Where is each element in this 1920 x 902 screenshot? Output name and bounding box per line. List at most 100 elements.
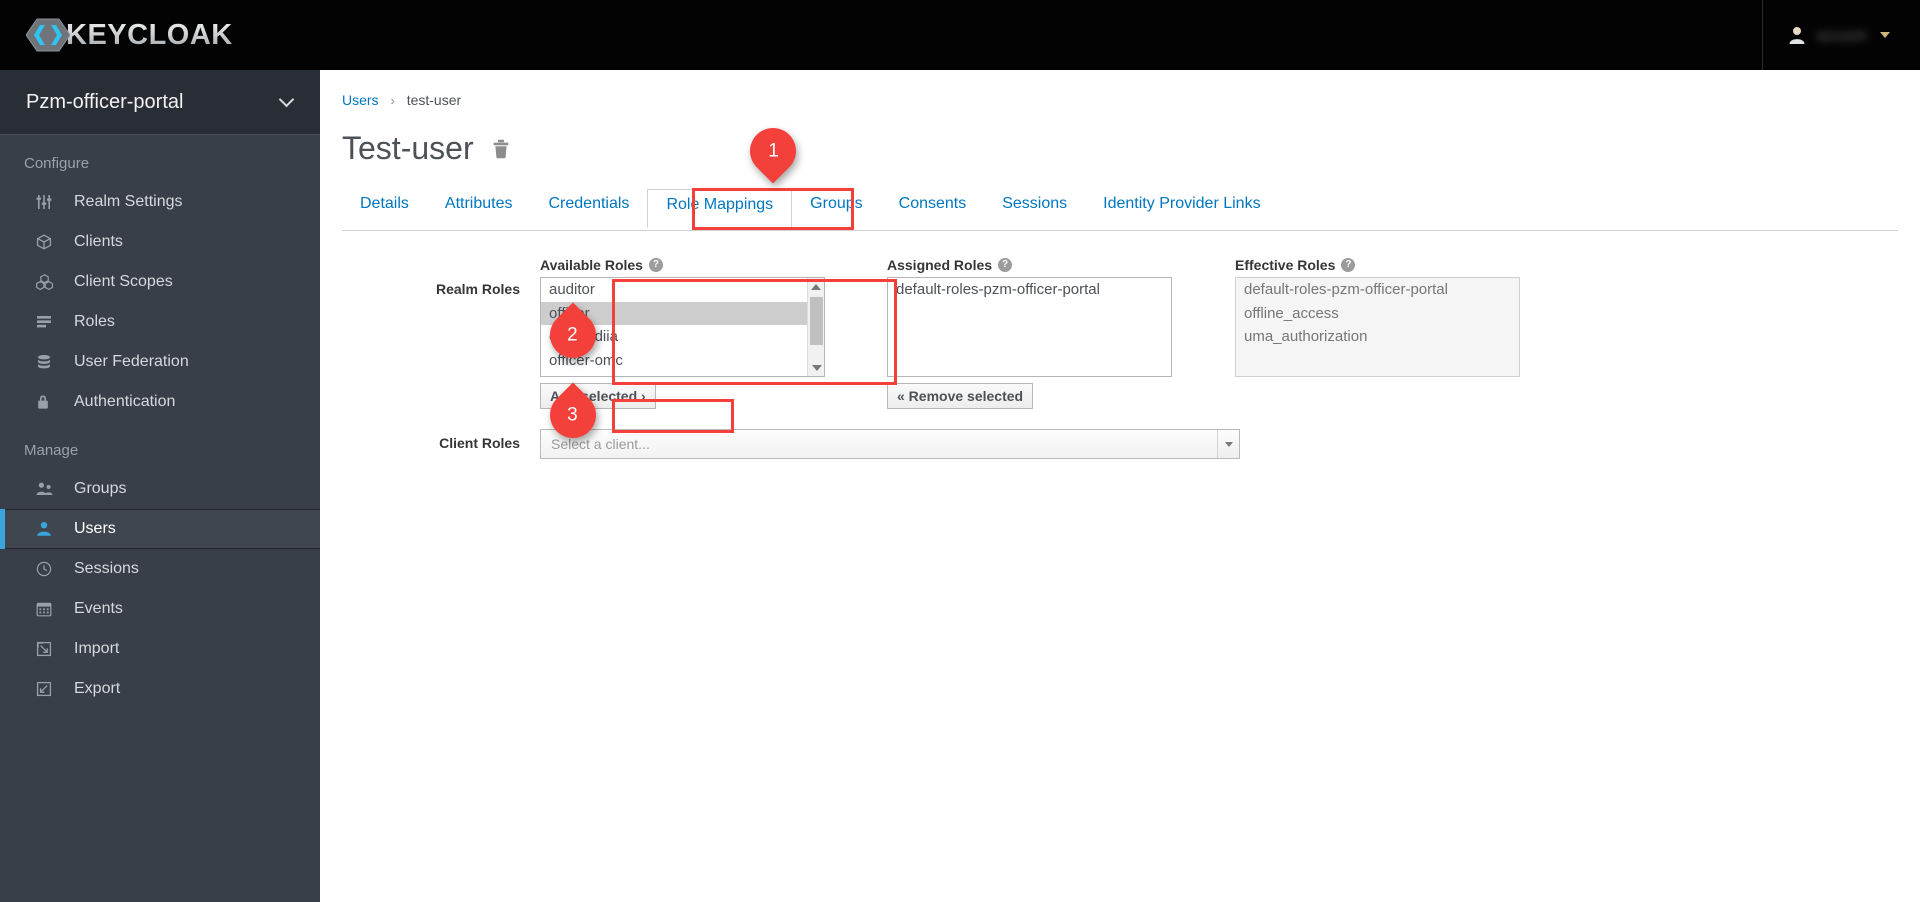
clock-icon <box>36 561 62 577</box>
available-roles-heading-text: Available Roles <box>540 257 643 273</box>
tabs-bar: Details Attributes Credentials Role Mapp… <box>342 189 1898 231</box>
annotation-marker-number: 3 <box>567 404 579 426</box>
effective-roles-list: default-roles-pzm-officer-portal offline… <box>1235 277 1520 377</box>
tab-details[interactable]: Details <box>342 189 427 227</box>
select-dropdown-arrow-icon[interactable] <box>1217 430 1239 458</box>
scrollbar-thumb[interactable] <box>810 297 823 345</box>
brand-name: KEYCLOAK <box>66 18 233 51</box>
page-header: Test-user <box>320 108 1920 167</box>
cubes-icon <box>36 274 62 290</box>
breadcrumb-separator-icon: › <box>390 93 395 108</box>
trash-icon[interactable] <box>492 139 510 159</box>
tab-sessions[interactable]: Sessions <box>984 189 1085 227</box>
import-arrow-icon <box>36 641 62 657</box>
sliders-icon <box>36 194 62 210</box>
sidebar-item-user-federation[interactable]: User Federation <box>0 342 320 382</box>
effective-roles-heading: Effective Roles ? <box>1235 257 1535 273</box>
sidebar-item-label: Groups <box>74 480 127 497</box>
client-select-placeholder: Select a client... <box>551 436 650 452</box>
chevron-down-icon[interactable] <box>278 91 295 108</box>
sidebar-item-authentication[interactable]: Authentication <box>0 382 320 422</box>
chevron-down-icon[interactable] <box>1880 32 1890 38</box>
list-item[interactable]: default-roles-pzm-officer-portal <box>888 278 1171 302</box>
assigned-roles-column: Assigned Roles ? default-roles-pzm-offic… <box>887 257 1187 409</box>
sidebar-item-sessions[interactable]: Sessions <box>0 549 320 589</box>
sidebar-item-users[interactable]: Users <box>0 509 320 549</box>
user-menu[interactable]: account <box>1761 0 1920 70</box>
sidebar-item-roles[interactable]: Roles <box>0 302 320 342</box>
scroll-up-arrow-icon[interactable] <box>808 278 824 295</box>
sidebar-item-clients[interactable]: Clients <box>0 222 320 262</box>
sidebar-item-realm-settings[interactable]: Realm Settings <box>0 182 320 222</box>
sidebar-item-import[interactable]: Import <box>0 629 320 669</box>
lock-icon <box>36 394 62 410</box>
assigned-roles-heading: Assigned Roles ? <box>887 257 1187 273</box>
available-roles-scrollbar[interactable] <box>807 278 824 376</box>
annotation-marker-2: 2 <box>540 302 606 368</box>
list-bars-icon <box>36 314 62 330</box>
effective-roles-column: Effective Roles ? default-roles-pzm-offi… <box>1235 257 1535 377</box>
list-item: offline_access <box>1244 304 1339 322</box>
nav-group-label-configure: Configure <box>24 155 90 172</box>
tab-role-mappings[interactable]: Role Mappings <box>647 189 793 228</box>
database-icon <box>36 354 62 370</box>
assigned-roles-heading-text: Assigned Roles <box>887 257 993 273</box>
list-item: uma_authorization <box>1244 328 1368 345</box>
realm-name: Pzm-officer-portal <box>26 90 184 113</box>
sidebar-item-events[interactable]: Events <box>0 589 320 629</box>
sidebar-item-label: Roles <box>74 313 115 330</box>
sidebar-item-label: Export <box>74 680 121 697</box>
calendar-icon <box>36 601 62 617</box>
page-title: Test-user <box>342 130 474 166</box>
sidebar-item-label: Users <box>74 520 116 537</box>
annotation-marker-number: 1 <box>767 140 779 162</box>
realm-selector[interactable]: Pzm-officer-portal <box>0 70 320 135</box>
list-item[interactable]: offline_access <box>541 372 824 376</box>
remove-selected-row: « Remove selected <box>887 383 1187 409</box>
available-roles-heading: Available Roles ? <box>540 257 840 273</box>
user-name: account <box>1816 27 1866 43</box>
remove-selected-button[interactable]: « Remove selected <box>887 383 1034 409</box>
main-content: Users › test-user Test-user Details Attr… <box>320 70 1920 902</box>
assigned-roles-list[interactable]: default-roles-pzm-officer-portal <box>887 277 1172 377</box>
help-circle-icon[interactable]: ? <box>648 258 663 272</box>
annotation-marker-number: 2 <box>567 324 579 346</box>
breadcrumb-current: test-user <box>406 92 462 108</box>
sidebar-item-label: Authentication <box>74 393 176 410</box>
sidebar-item-label: Sessions <box>74 560 139 577</box>
sidebar-item-label: Client Scopes <box>74 273 173 290</box>
tab-consents[interactable]: Consents <box>881 189 985 227</box>
tab-identity-provider-links[interactable]: Identity Provider Links <box>1085 189 1278 227</box>
tab-groups[interactable]: Groups <box>792 189 880 227</box>
tabs-list: Details Attributes Credentials Role Mapp… <box>342 189 1898 231</box>
sidebar-item-label: Clients <box>74 233 123 250</box>
sidebar-item-label: User Federation <box>74 353 189 370</box>
list-item[interactable]: auditor <box>541 278 824 302</box>
users-group-icon <box>36 481 62 497</box>
sidebar-item-label: Realm Settings <box>74 193 183 210</box>
effective-roles-heading-text: Effective Roles <box>1235 257 1336 273</box>
sidebar-item-export[interactable]: Export <box>0 669 320 709</box>
breadcrumb-link-users[interactable]: Users <box>342 92 379 108</box>
export-arrow-icon <box>36 681 62 697</box>
help-circle-icon[interactable]: ? <box>998 258 1013 272</box>
scroll-down-arrow-icon[interactable] <box>808 359 824 376</box>
client-select[interactable]: Select a client... <box>540 429 1240 459</box>
sidebar-item-label: Import <box>74 640 120 657</box>
cube-icon <box>36 234 62 250</box>
tab-credentials[interactable]: Credentials <box>531 189 648 227</box>
help-circle-icon[interactable]: ? <box>1341 258 1356 272</box>
brand-logo[interactable]: KEYCLOAK <box>26 13 233 57</box>
sidebar-item-client-scopes[interactable]: Client Scopes <box>0 262 320 302</box>
annotation-marker-3: 3 <box>540 382 606 448</box>
user-avatar-icon <box>1789 26 1805 44</box>
sidebar-item-groups[interactable]: Groups <box>0 469 320 509</box>
client-roles-label: Client Roles <box>439 435 520 451</box>
annotation-marker-1: 1 <box>740 118 806 184</box>
masthead: KEYCLOAK account <box>0 0 1920 70</box>
keycloak-hex-logo-icon <box>26 13 70 57</box>
tab-attributes[interactable]: Attributes <box>427 189 531 227</box>
sidebar-item-label: Events <box>74 600 123 617</box>
realm-roles-label: Realm Roles <box>435 281 520 297</box>
nav-group-label-manage: Manage <box>24 442 79 459</box>
